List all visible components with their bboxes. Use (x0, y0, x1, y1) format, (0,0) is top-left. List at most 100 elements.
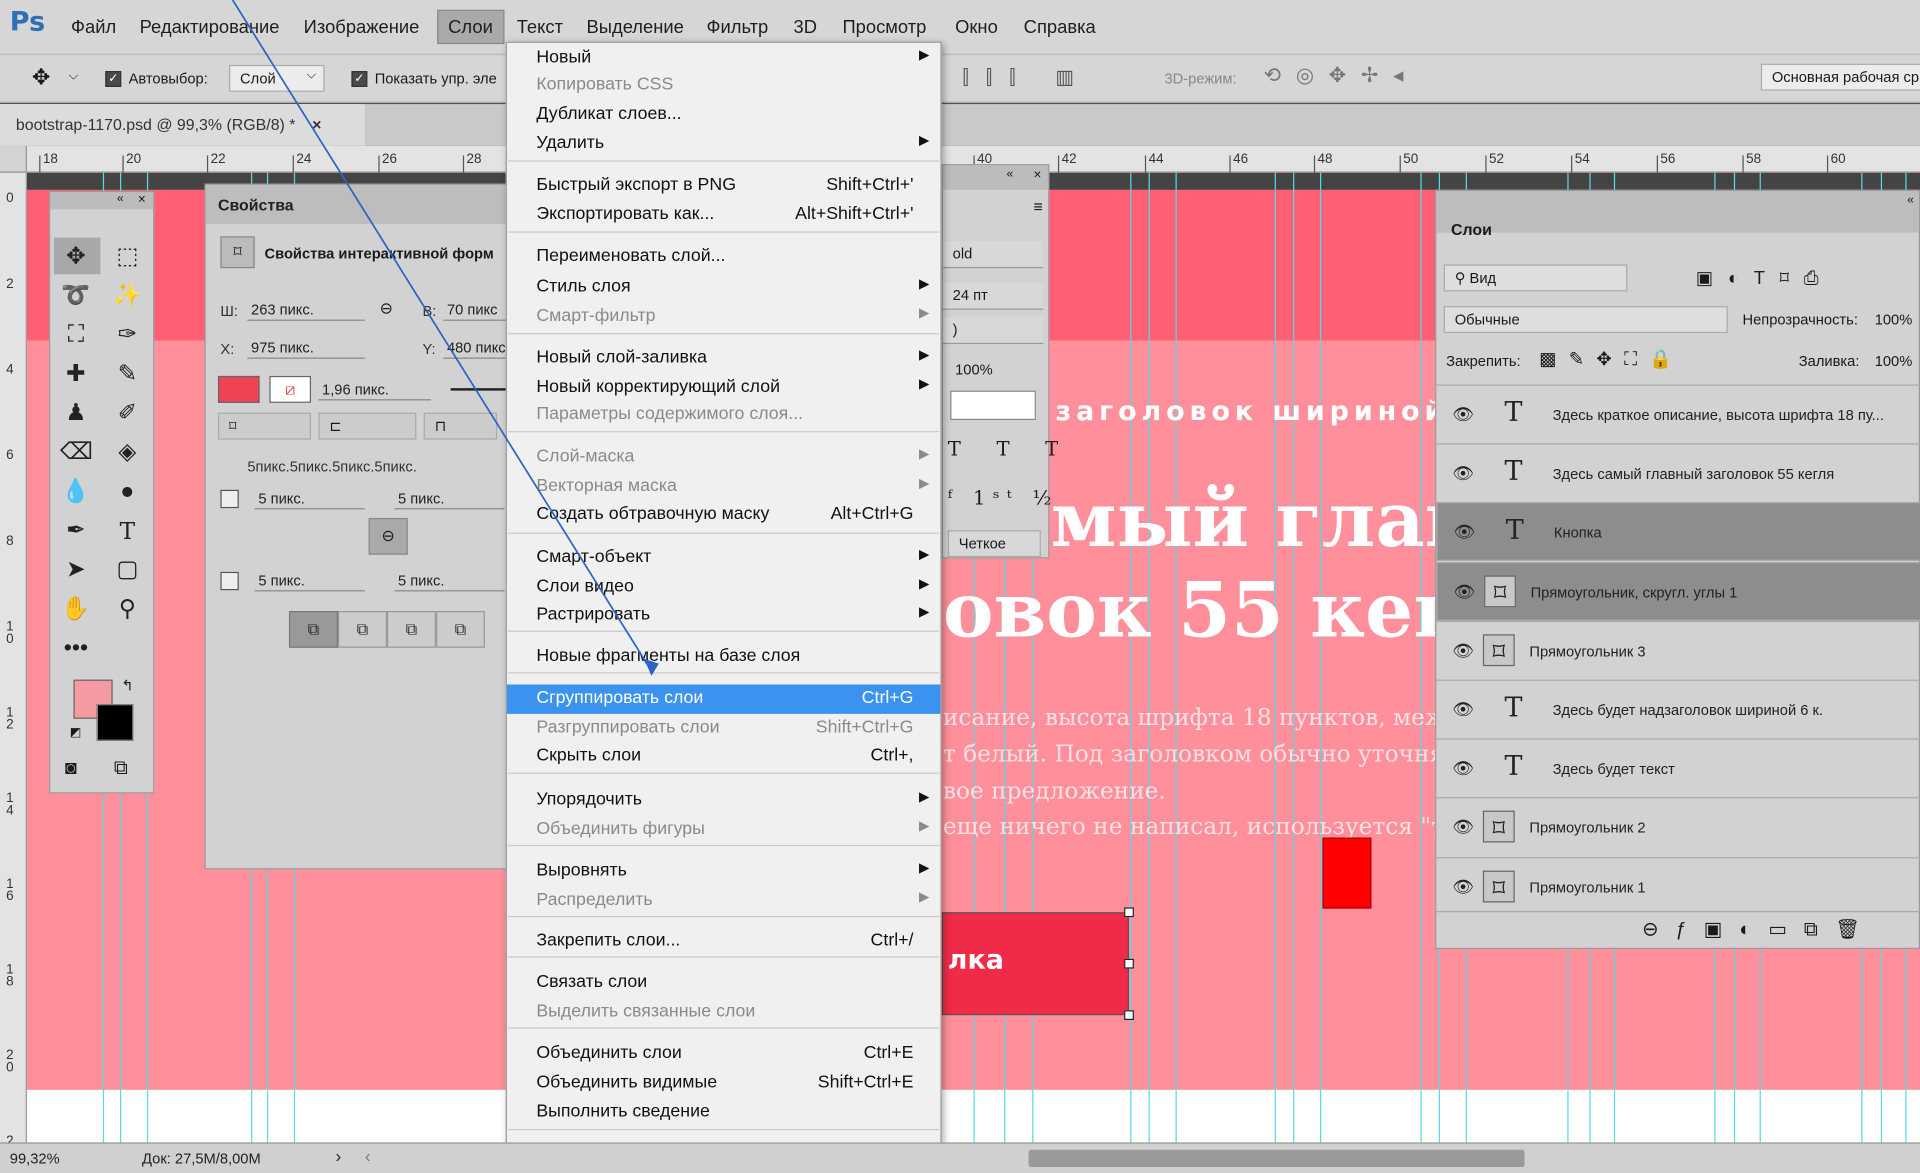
layer-row[interactable]: 👁 T Кнопка (1436, 502, 1920, 562)
combine-shapes-icon[interactable]: ⧉ (288, 611, 338, 648)
layer-row[interactable]: 👁 T Здесь краткое описание, высота шрифта … (1436, 384, 1920, 443)
menu-item[interactable]: Новые фрагменты на базе слоя (507, 643, 940, 672)
dodge-icon[interactable]: ● (111, 476, 143, 508)
layer-row[interactable]: 👁 T Здесь будет надзаголовок шириной 6 к. (1436, 679, 1920, 739)
pen-icon[interactable]: ✒ (60, 516, 92, 548)
menu-item[interactable]: Растрировать ▶ (507, 601, 940, 630)
menu-item[interactable]: Новый ▶ (507, 44, 940, 73)
radius-checkbox[interactable] (220, 489, 239, 509)
menu-item[interactable]: Выровнять ▶ (507, 857, 940, 886)
menu-2[interactable]: Изображение (304, 17, 420, 38)
menu-item[interactable]: Связать слои (507, 969, 940, 998)
menu-item[interactable]: Сгруппировать слои Ctrl+G (506, 684, 941, 714)
menu-item[interactable]: Новый слой-заливка ▶ (507, 344, 940, 373)
layers-tab[interactable]: Слои (1451, 220, 1492, 238)
layer-row[interactable]: 👁 T Здесь самый главный заголовок 55 кегля (1436, 443, 1920, 502)
opacity-value[interactable]: 100% (1875, 311, 1913, 328)
intersect-shapes-icon[interactable]: ⧉ (386, 611, 436, 648)
menu-5[interactable]: Выделение (587, 17, 684, 38)
marquee-icon[interactable]: ⬚ (111, 241, 143, 273)
menu-item[interactable]: Слои видео ▶ (507, 573, 940, 602)
canvas-button-shape[interactable]: лка (941, 912, 1129, 1016)
show-transform-checkbox[interactable]: ✓ (351, 71, 368, 87)
opentype-icons[interactable]: ᶠ 1ˢᵗ ½ (948, 486, 1059, 509)
menu-1[interactable]: Редактирование (140, 17, 280, 38)
menu-item[interactable]: Упорядочить ▶ (507, 786, 940, 815)
text-color-swatch[interactable] (950, 390, 1036, 421)
eye-icon[interactable]: 👁 (1452, 876, 1474, 897)
layer-footer-icons[interactable]: ⊖ƒ▣◐▭⧉🗑 (1642, 917, 1877, 941)
autoselect-select[interactable]: Слой ⌵ (228, 64, 325, 92)
align-icons[interactable]: ⫿⫿⫿ ▥ (962, 65, 1090, 89)
radius-bottom-right[interactable]: 5 пикс. (394, 571, 505, 592)
link-radii-icon[interactable]: ⊖ (368, 517, 408, 555)
menu-8[interactable]: Просмотр (842, 17, 926, 38)
close-icon[interactable]: × (138, 192, 146, 207)
collapse-icon[interactable]: « (1907, 193, 1914, 206)
crop-icon[interactable]: ⛶ (60, 320, 92, 352)
menu-item[interactable]: Выполнить сведение (507, 1098, 940, 1127)
chevron-right-icon[interactable]: › (336, 1146, 342, 1166)
tracking-value[interactable]: 100% (955, 361, 993, 378)
zoom-icon[interactable]: ⚲ (111, 594, 143, 626)
layer-row[interactable]: 👁 ⌑ Прямоугольник, скругл. углы 1 (1436, 561, 1920, 621)
brush-icon[interactable]: ✎ (111, 359, 143, 391)
panel-menu-icon[interactable]: ≡ (1033, 197, 1042, 215)
font-size-select[interactable]: 24 пт (942, 282, 1044, 310)
menu-item[interactable]: Скрыть слои Ctrl+, (507, 742, 940, 771)
history-brush-icon[interactable]: ✐ (111, 398, 143, 430)
radius-top-right[interactable]: 5 пикс. (394, 489, 505, 510)
eye-icon[interactable]: 👁 (1452, 817, 1474, 838)
3d-mode-icons[interactable]: ⟲◎✥✢◂ (1264, 64, 1418, 88)
layer-row[interactable]: 👁 T Здесь будет текст (1436, 738, 1920, 798)
collapse-icon[interactable]: « (1007, 168, 1014, 181)
transform-handle[interactable] (1124, 1010, 1134, 1021)
chevron-down-icon[interactable]: ⌵ (69, 70, 78, 83)
layer-row[interactable]: 👁 ⌑ Прямоугольник 1 (1436, 856, 1920, 916)
shape-align-select[interactable]: ⌑ (217, 412, 312, 440)
stroke-align-select[interactable]: ⊏ (318, 412, 417, 440)
menu-4[interactable]: Текст (517, 17, 563, 38)
eye-icon[interactable]: 👁 (1453, 522, 1475, 543)
eye-icon[interactable]: 👁 (1452, 640, 1474, 661)
default-colors-icon[interactable]: ◩ (70, 726, 82, 739)
fill-value[interactable]: 100% (1875, 353, 1913, 370)
menu-item[interactable]: Удалить ▶ (507, 130, 940, 159)
font-style-select[interactable]: old (942, 241, 1044, 269)
layer-row[interactable]: 👁 ⌑ Прямоугольник 2 (1436, 797, 1920, 857)
transform-handle[interactable] (1124, 958, 1134, 969)
menu-item[interactable]: Новый корректирующий слой ▶ (507, 373, 940, 402)
eye-icon[interactable]: 👁 (1452, 758, 1474, 779)
radius-checkbox[interactable] (220, 571, 239, 591)
stamp-icon[interactable]: ♟ (60, 398, 92, 430)
menu-6[interactable]: Фильтр (707, 17, 769, 38)
y-input[interactable]: 480 пикс (443, 338, 510, 359)
menu-item[interactable]: Смарт-объект ▶ (507, 544, 940, 573)
hand-icon[interactable]: ✋ (60, 594, 92, 626)
eye-icon[interactable]: 👁 (1452, 463, 1474, 484)
menu-item[interactable]: Создать обтравочную маску Alt+Ctrl+G (507, 501, 940, 530)
properties-tab[interactable]: Свойства (205, 184, 507, 225)
workspace-select[interactable]: Основная рабочая ср (1760, 63, 1920, 91)
link-icon[interactable]: ⊖ (380, 299, 393, 319)
background-color[interactable] (96, 704, 134, 741)
blend-mode-select[interactable]: Обычные (1443, 306, 1728, 334)
width-input[interactable]: 263 пикс. (247, 300, 365, 321)
eyedropper-icon[interactable]: ✑ (111, 320, 143, 352)
menu-0[interactable]: Файл (71, 17, 116, 38)
move-tool-icon[interactable]: ✥ (32, 65, 50, 91)
eye-icon[interactable]: 👁 (1453, 581, 1475, 602)
exclude-shapes-icon[interactable]: ⧉ (435, 611, 485, 648)
move-icon[interactable]: ✥ (60, 241, 92, 273)
subtract-shapes-icon[interactable]: ⧉ (337, 611, 387, 648)
text-style-icons[interactable]: T T T (948, 437, 1073, 460)
close-icon[interactable]: × (1033, 168, 1041, 183)
menu-10[interactable]: Справка (1024, 17, 1096, 38)
height-input[interactable]: 70 пикс (443, 300, 510, 321)
screen-mode-icon[interactable]: ⧉ (114, 758, 128, 780)
swap-colors-icon[interactable]: ↰ (121, 677, 133, 694)
leading-select[interactable]: ) (942, 317, 1044, 345)
menu-9[interactable]: Окно (955, 17, 998, 38)
autoselect-checkbox[interactable]: ✓ (105, 71, 122, 87)
stroke-width-input[interactable]: 1,96 пикс. (318, 380, 432, 401)
